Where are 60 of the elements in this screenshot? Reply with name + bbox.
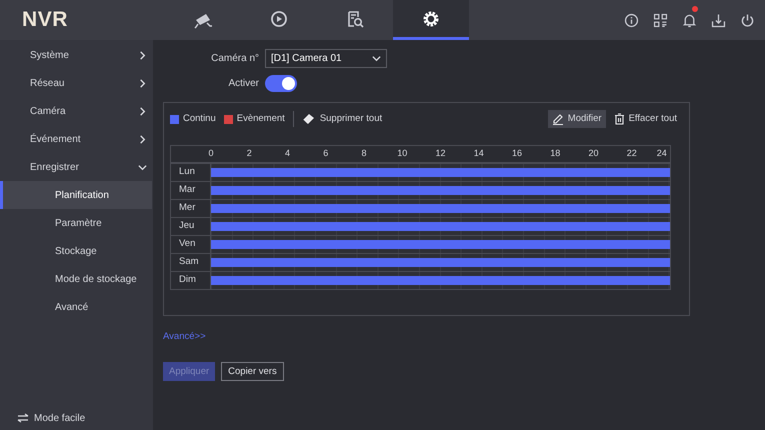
day-timeline[interactable] bbox=[211, 164, 670, 181]
pencil-icon bbox=[552, 113, 564, 125]
hour-label: 14 bbox=[474, 147, 484, 160]
sidebar-item[interactable]: Paramètre bbox=[0, 209, 152, 237]
legend-item[interactable]: Evènement bbox=[224, 112, 285, 126]
chevron-right-icon bbox=[138, 78, 147, 88]
power-icon bbox=[738, 12, 756, 28]
grid-icon bbox=[652, 12, 668, 28]
sidebar-item[interactable]: Événement bbox=[0, 125, 153, 153]
search-icon bbox=[345, 8, 365, 28]
enable-toggle[interactable] bbox=[265, 74, 297, 92]
legend-item[interactable]: Continu bbox=[170, 112, 216, 126]
day-timeline[interactable] bbox=[211, 272, 670, 289]
action-button[interactable]: Copier vers bbox=[221, 362, 284, 382]
hour-label: 2 bbox=[246, 147, 252, 160]
sidebar-item[interactable]: Planification bbox=[0, 181, 152, 209]
day-timeline[interactable] bbox=[211, 236, 670, 253]
hour-label: 10 bbox=[397, 147, 408, 160]
chevron-down-icon bbox=[372, 54, 381, 62]
settings-icon bbox=[421, 8, 441, 28]
eraser-icon bbox=[302, 113, 316, 125]
toggle-label: Activer bbox=[227, 76, 260, 90]
camera-dropdown[interactable]: [D1] Camera 01 bbox=[265, 48, 387, 68]
sidebar-item[interactable]: Réseau bbox=[0, 69, 153, 97]
hour-label: 18 bbox=[550, 147, 560, 160]
hour-label: 12 bbox=[436, 147, 446, 160]
sidebar-item[interactable]: Stockage bbox=[0, 237, 152, 265]
download-icon bbox=[710, 12, 726, 28]
hour-label: 16 bbox=[512, 147, 522, 160]
hour-label: 24 bbox=[656, 147, 667, 160]
hour-label: 4 bbox=[284, 147, 290, 160]
hour-label: 20 bbox=[588, 147, 598, 160]
easy-mode-link[interactable]: Mode facile bbox=[0, 406, 153, 430]
hour-label: 22 bbox=[626, 147, 637, 160]
delete-all-button[interactable]: Supprimer tout bbox=[302, 112, 382, 126]
field-label: Caméra n° bbox=[210, 52, 260, 66]
chevron-right-icon bbox=[138, 106, 147, 116]
day-timeline[interactable] bbox=[211, 254, 670, 271]
logo: NVR bbox=[21, 7, 69, 34]
day-timeline[interactable] bbox=[211, 200, 670, 217]
sidebar-item[interactable]: Système bbox=[0, 41, 153, 69]
swap-icon bbox=[17, 413, 29, 423]
edit-button[interactable]: Modifier bbox=[548, 110, 606, 128]
sidebar-item[interactable]: Avancé bbox=[0, 293, 152, 321]
playback-icon bbox=[269, 8, 289, 28]
hour-label: 0 bbox=[208, 147, 214, 160]
hour-label: 6 bbox=[323, 147, 328, 160]
clear-all-button[interactable]: Effacer tout bbox=[614, 112, 677, 126]
chevron-right-icon bbox=[138, 134, 147, 144]
sidebar-item[interactable]: Mode de stockage bbox=[0, 265, 152, 293]
hour-label: 8 bbox=[361, 147, 366, 160]
trash-icon bbox=[614, 113, 625, 125]
sidebar-item[interactable]: Caméra bbox=[0, 97, 153, 125]
info-icon bbox=[622, 12, 640, 28]
chevron-down-icon bbox=[138, 162, 147, 172]
day-timeline[interactable] bbox=[211, 182, 670, 199]
nav-tab[interactable] bbox=[393, 0, 469, 40]
sidebar-item[interactable]: Enregistrer bbox=[0, 153, 153, 181]
chevron-right-icon bbox=[138, 50, 147, 60]
day-timeline[interactable] bbox=[211, 218, 670, 235]
